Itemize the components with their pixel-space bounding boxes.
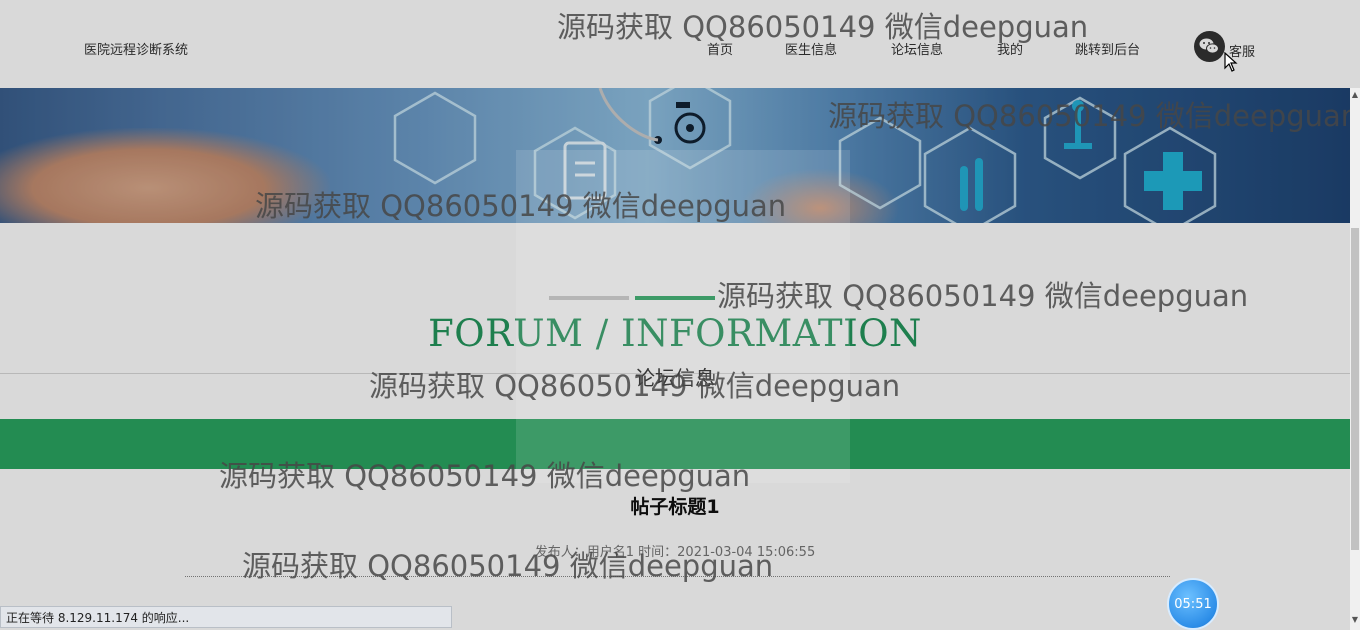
scrollbar-thumb[interactable]	[1351, 228, 1359, 550]
post-title: 帖子标题1	[630, 496, 720, 518]
nav-admin[interactable]: 跳转到后台	[1075, 39, 1140, 58]
timer-badge[interactable]: 05:51	[1167, 578, 1219, 630]
post-meta: 发布人：用户名1 时间：2021-03-04 15:06:55	[534, 545, 816, 560]
test-tubes-icon	[960, 158, 983, 211]
scroll-up-icon[interactable]: ▲	[1350, 90, 1360, 100]
browser-status-bar: 正在等待 8.129.11.174 的响应...	[0, 606, 452, 628]
nav-doctors[interactable]: 医生信息	[785, 39, 837, 58]
microscope-graphic	[1064, 100, 1092, 149]
browser-viewport: 医院远程诊断系统 首页 医生信息 论坛信息 我的 跳转到后台 客服 FORUM …	[0, 0, 1360, 630]
medical-cross-icon	[1144, 152, 1202, 210]
site-logo[interactable]: 医院远程诊断系统	[84, 39, 188, 58]
wheelchair-icon	[674, 102, 706, 144]
wechat-icon[interactable]	[1194, 31, 1225, 62]
nav-forum[interactable]: 论坛信息	[891, 39, 943, 58]
stethoscope-icon	[598, 88, 662, 144]
nav-home[interactable]: 首页	[707, 39, 733, 58]
cursor-icon	[1224, 52, 1238, 72]
loading-overlay	[516, 150, 850, 483]
nav-mine[interactable]: 我的	[997, 39, 1023, 58]
post-divider	[185, 576, 1170, 577]
scroll-down-icon[interactable]: ▼	[1350, 615, 1360, 625]
site-header: 医院远程诊断系统 首页 医生信息 论坛信息 我的 跳转到后台 客服	[0, 3, 1350, 88]
